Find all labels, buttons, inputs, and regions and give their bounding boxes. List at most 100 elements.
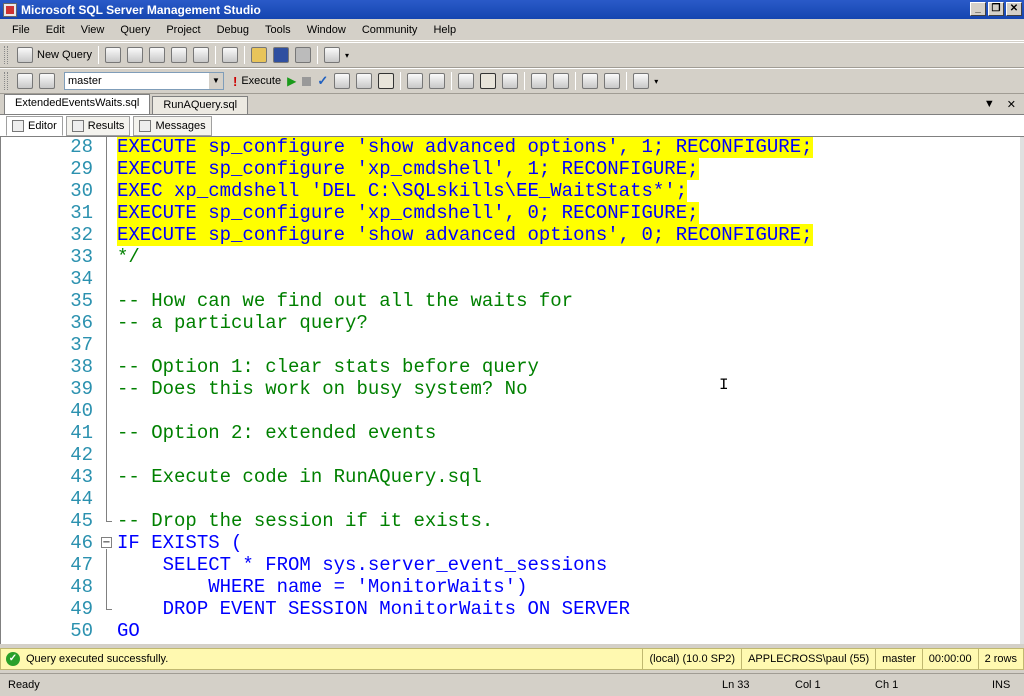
new-query-icon xyxy=(17,47,33,63)
checkmark-icon: ✓ xyxy=(317,73,329,88)
code-line: 48 WHERE name = 'MonitorWaits') xyxy=(70,576,528,598)
code-line: 47 SELECT * FROM sys.server_event_sessio… xyxy=(70,554,608,576)
outline-line xyxy=(106,549,107,609)
new-file-button[interactable] xyxy=(219,45,241,65)
db-query-icon xyxy=(105,47,122,63)
tab-results[interactable]: Results xyxy=(65,115,131,136)
results-text-icon xyxy=(480,73,497,89)
results-to-button[interactable] xyxy=(375,71,397,91)
comment-button[interactable] xyxy=(528,71,550,91)
cancel-query-button[interactable] xyxy=(299,71,314,91)
code-line: 31 EXECUTE sp_configure 'xp_cmdshell', 0;… xyxy=(70,202,699,224)
code-line: 50 GO xyxy=(70,620,140,642)
tab-extendedeventswaits[interactable]: ExtendedEventsWaits.sql xyxy=(4,94,151,114)
intellisense-button[interactable] xyxy=(404,71,426,91)
toolbar-grip[interactable] xyxy=(4,72,8,90)
include-actual-plan-button[interactable] xyxy=(426,71,448,91)
minimize-button[interactable]: _ xyxy=(970,2,986,16)
client-statistics-button[interactable] xyxy=(455,71,477,91)
menu-community[interactable]: Community xyxy=(354,24,426,36)
query-designer-button[interactable] xyxy=(353,71,375,91)
tab-messages[interactable]: Messages xyxy=(133,115,212,136)
outline-end xyxy=(106,521,112,522)
menu-query[interactable]: Query xyxy=(112,24,158,36)
server-info: (local) (10.0 SP2) xyxy=(642,649,741,669)
window-title: Microsoft SQL Server Management Studio xyxy=(21,2,261,17)
menu-project[interactable]: Project xyxy=(158,24,208,36)
connect-button[interactable] xyxy=(14,71,36,91)
estimated-plan-icon xyxy=(334,73,351,89)
results-to-text-button[interactable] xyxy=(477,71,499,91)
actual-plan-icon xyxy=(429,73,446,89)
ready-status: Ready xyxy=(8,679,40,691)
uncomment-button[interactable] xyxy=(550,71,572,91)
save-button[interactable] xyxy=(270,45,292,65)
save-icon xyxy=(273,47,290,63)
mdx-query-icon xyxy=(127,47,144,63)
open-file-button[interactable] xyxy=(248,45,270,65)
toolbar-grip[interactable] xyxy=(4,46,8,64)
app-status-bar: Ready Ln 33 Col 1 Ch 1 INS xyxy=(0,673,1024,696)
toolbar-overflow-chevron-icon[interactable]: ▾ xyxy=(654,77,658,86)
menu-bar: File Edit View Query Project Debug Tools… xyxy=(0,19,1024,41)
results-grid-icon xyxy=(378,73,395,89)
execute-button[interactable]: ! Execute xyxy=(230,71,284,91)
chevron-down-icon[interactable]: ▼ xyxy=(209,73,223,89)
display-estimated-plan-button[interactable] xyxy=(331,71,353,91)
change-connection-icon xyxy=(39,73,55,89)
restore-button[interactable]: ❐ xyxy=(988,2,1004,16)
menu-tools[interactable]: Tools xyxy=(257,24,299,36)
user-info: APPLECROSS\paul (55) xyxy=(741,649,875,669)
close-button[interactable]: ✕ xyxy=(1006,2,1022,16)
menu-view[interactable]: View xyxy=(73,24,113,36)
intellisense-icon xyxy=(407,73,424,89)
collapse-outline-icon[interactable]: − xyxy=(101,537,112,548)
analysis-xmla-query-button[interactable] xyxy=(168,45,190,65)
execute-icon: ! xyxy=(233,73,238,89)
code-editor[interactable]: 28 EXECUTE sp_configure 'show advanced op… xyxy=(0,137,1024,644)
parse-button[interactable]: ✓ xyxy=(314,71,331,91)
text-cursor-icon: I xyxy=(719,376,729,394)
code-line: 30 EXEC xp_cmdshell 'DEL C:\SQLskills\EE_… xyxy=(70,180,688,202)
active-files-dropdown-icon[interactable]: ▼ xyxy=(984,98,995,111)
document-tabs: ExtendedEventsWaits.sql RunAQuery.sql xyxy=(0,94,1024,115)
title-bar: Microsoft SQL Server Management Studio _… xyxy=(0,0,1024,19)
activity-monitor-button[interactable] xyxy=(321,45,343,65)
toolbar-overflow-chevron-icon[interactable]: ▾ xyxy=(345,51,349,60)
close-document-icon[interactable]: ✕ xyxy=(1007,98,1016,111)
new-file-icon xyxy=(222,47,239,63)
char-indicator: Ch 1 xyxy=(875,679,899,691)
editor-scrollbar[interactable] xyxy=(1020,137,1024,644)
menu-help[interactable]: Help xyxy=(425,24,464,36)
editor-sub-tabs: Editor Results Messages xyxy=(0,115,1024,137)
decrease-indent-button[interactable] xyxy=(579,71,601,91)
new-query-button[interactable]: New Query xyxy=(14,45,95,65)
menu-debug[interactable]: Debug xyxy=(209,24,257,36)
increase-indent-button[interactable] xyxy=(601,71,623,91)
sql-compact-query-button[interactable] xyxy=(190,45,212,65)
specify-template-values-button[interactable] xyxy=(630,71,652,91)
code-line: 34 xyxy=(70,268,93,290)
menu-edit[interactable]: Edit xyxy=(38,24,73,36)
code-line: 28 EXECUTE sp_configure 'show advanced op… xyxy=(70,137,813,158)
menu-file[interactable]: File xyxy=(4,24,38,36)
comment-lines-icon xyxy=(531,73,548,89)
analysis-mdx-query-button[interactable] xyxy=(124,45,146,65)
database-engine-query-button[interactable] xyxy=(102,45,124,65)
print-button[interactable] xyxy=(292,45,314,65)
code-line: 29 EXECUTE sp_configure 'xp_cmdshell', 1;… xyxy=(70,158,699,180)
change-connection-button[interactable] xyxy=(36,71,58,91)
compact-query-icon xyxy=(193,47,210,63)
analysis-dmx-query-button[interactable] xyxy=(146,45,168,65)
results-to-file-button[interactable] xyxy=(499,71,521,91)
menu-window[interactable]: Window xyxy=(299,24,354,36)
code-line: 46 IF EXISTS ( xyxy=(70,532,243,554)
code-line: 36 -- a particular query? xyxy=(70,312,368,334)
available-databases-select[interactable]: master ▼ xyxy=(64,72,224,90)
tab-editor[interactable]: Editor xyxy=(6,115,63,136)
tab-runaquery[interactable]: RunAQuery.sql xyxy=(152,96,249,114)
database-info: master xyxy=(875,649,922,669)
debug-button[interactable]: ▶ xyxy=(284,71,299,91)
code-line: 45 -- Drop the session if it exists. xyxy=(70,510,494,532)
xmla-query-icon xyxy=(171,47,188,63)
